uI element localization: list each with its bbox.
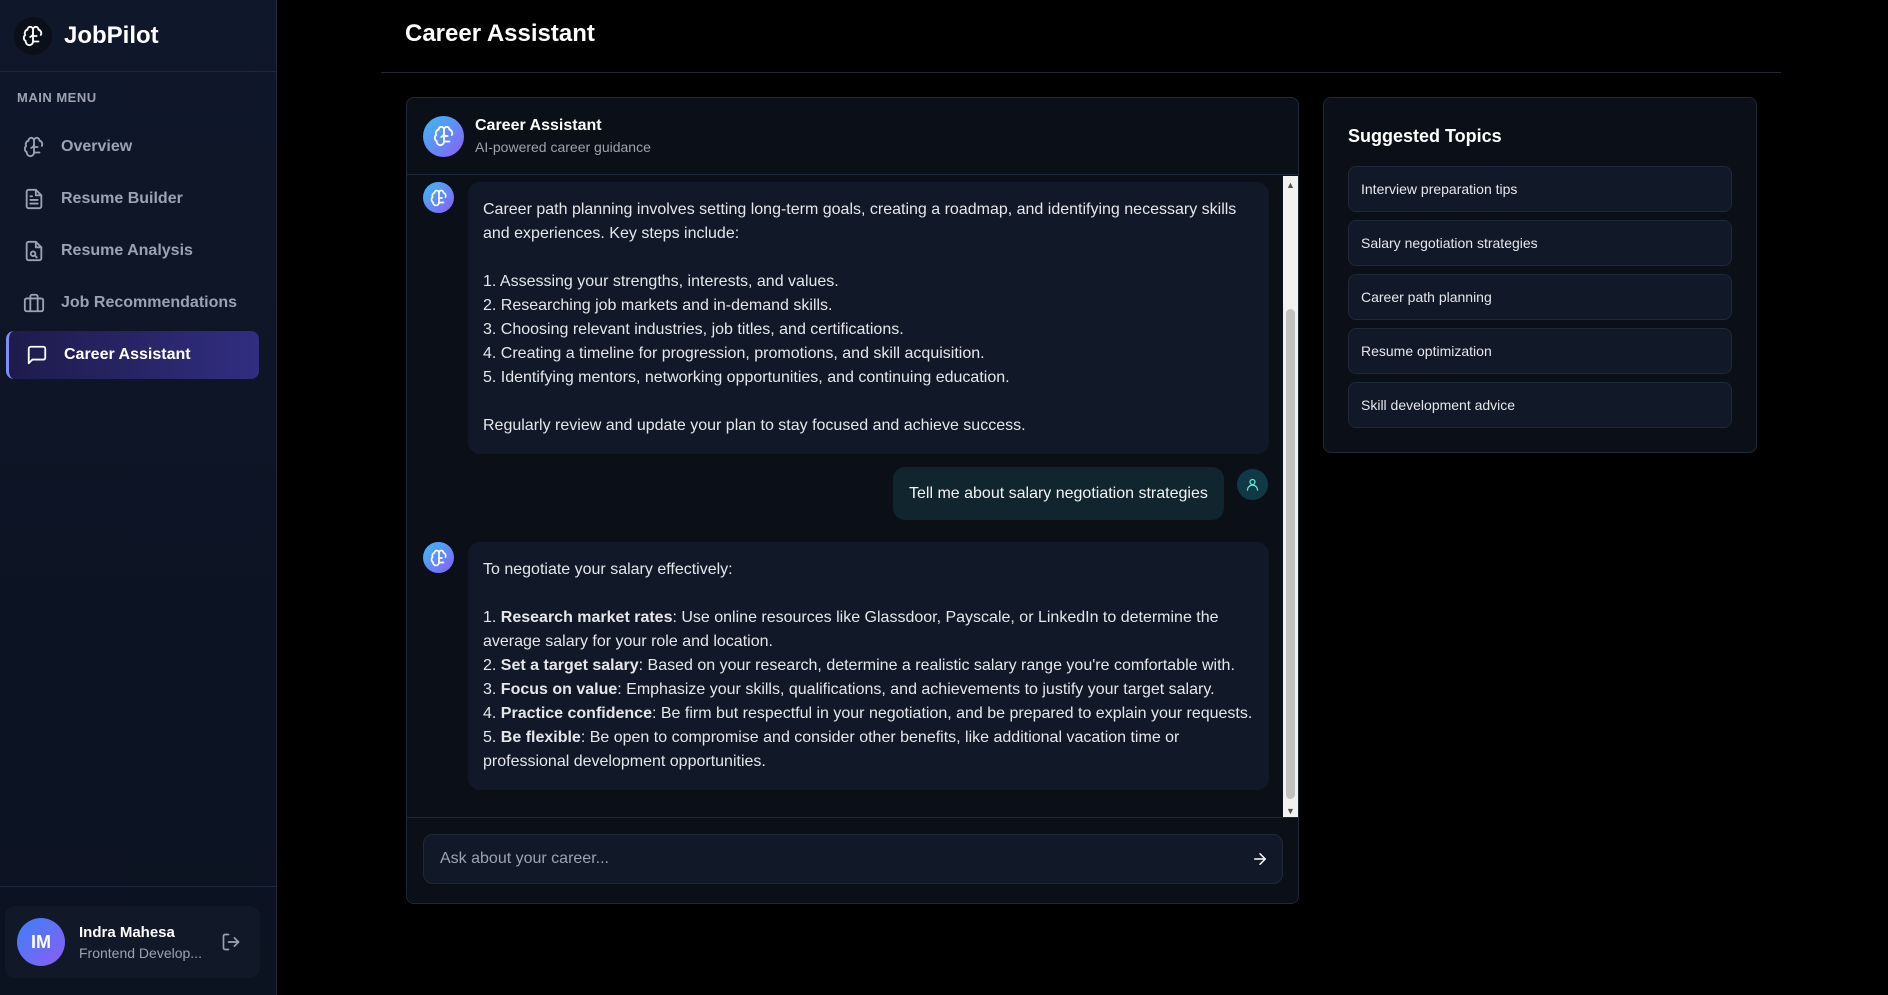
assistant-avatar-icon: [423, 182, 454, 213]
sidebar-item-label: Resume Analysis: [61, 242, 193, 259]
topic-salary-negotiation[interactable]: Salary negotiation strategies: [1348, 220, 1732, 266]
document-icon: [21, 186, 47, 212]
suggested-topics-panel: Suggested Topics Interview preparation t…: [1323, 97, 1757, 453]
message-step: 4. Practice confidence: Be firm but resp…: [483, 705, 1253, 722]
topics-title: Suggested Topics: [1348, 126, 1502, 146]
assistant-message: To negotiate your salary effectively: 1.…: [468, 542, 1269, 790]
brain-icon: [423, 115, 464, 157]
logout-icon[interactable]: [217, 928, 245, 956]
main-menu: Overview Resume Builder Resume Analysis …: [0, 123, 276, 379]
message-step: 3. Focus on value: Emphasize your skills…: [483, 681, 1215, 698]
user-name: Indra Mahesa: [79, 923, 175, 941]
assistant-avatar-icon: [423, 542, 454, 573]
scroll-thumb[interactable]: [1286, 309, 1295, 799]
sidebar-item-resume-analysis[interactable]: Resume Analysis: [6, 227, 259, 275]
message-step: 2. Set a target salary: Based on your re…: [483, 657, 1235, 674]
message-outro: Regularly review and update your plan to…: [483, 417, 1026, 434]
chat-icon: [24, 342, 50, 368]
sidebar-item-label: Job Recommendations: [61, 294, 238, 311]
topic-skill-development[interactable]: Skill development advice: [1348, 382, 1732, 428]
chat-title: Career Assistant: [475, 117, 602, 134]
sidebar-item-resume-builder[interactable]: Resume Builder: [6, 175, 259, 223]
message-step: 1. Assessing your strengths, interests, …: [483, 273, 839, 290]
divider: [0, 886, 276, 887]
send-button[interactable]: [1238, 837, 1282, 881]
sidebar-item-career-assistant[interactable]: Career Assistant: [6, 331, 259, 379]
user-avatar-icon: [1237, 469, 1268, 500]
chat-header: Career Assistant AI-powered career guida…: [407, 98, 1298, 175]
message-step: 3. Choosing relevant industries, job tit…: [483, 321, 904, 338]
message-intro: Career path planning involves setting lo…: [483, 201, 1237, 242]
file-search-icon: [21, 238, 47, 264]
sidebar-item-job-recommendations[interactable]: Job Recommendations: [6, 279, 259, 327]
message-step: 1. Research market rates: Use online res…: [483, 609, 1219, 650]
divider: [381, 72, 1781, 73]
page-title: Career Assistant: [405, 20, 595, 47]
message-intro: To negotiate your salary effectively:: [483, 561, 733, 578]
menu-title: MAIN MENU: [17, 90, 97, 105]
composer: [407, 817, 1298, 903]
assistant-message: Career path planning involves setting lo…: [468, 182, 1269, 454]
topic-interview-preparation[interactable]: Interview preparation tips: [1348, 166, 1732, 212]
user-card: IM Indra Mahesa Frontend Develop...: [5, 906, 260, 978]
sidebar-item-label: Career Assistant: [64, 346, 191, 363]
scroll-up-arrow-icon[interactable]: ▲: [1283, 176, 1298, 193]
arrow-right-icon: [1254, 853, 1266, 865]
avatar[interactable]: IM: [17, 918, 65, 966]
user-message: Tell me about salary negotiation strateg…: [893, 467, 1224, 520]
message-step: 2. Researching job markets and in-demand…: [483, 297, 833, 314]
briefcase-icon: [21, 290, 47, 316]
brand[interactable]: JobPilot: [0, 0, 276, 72]
sidebar-item-overview[interactable]: Overview: [6, 123, 259, 171]
message-step: 4. Creating a timeline for progression, …: [483, 345, 985, 362]
user-role: Frontend Develop...: [79, 944, 202, 961]
sidebar: JobPilot MAIN MENU Overview Resume Build…: [0, 0, 277, 995]
topic-career-path-planning[interactable]: Career path planning: [1348, 274, 1732, 320]
brain-icon: [14, 16, 52, 55]
chat-scrollbar[interactable]: ▲ ▼: [1283, 176, 1298, 819]
message-step: 5. Identifying mentors, networking oppor…: [483, 369, 1010, 386]
brain-icon: [21, 134, 47, 160]
topic-resume-optimization[interactable]: Resume optimization: [1348, 328, 1732, 374]
message-list[interactable]: Career path planning involves setting lo…: [407, 176, 1298, 819]
app-name: JobPilot: [64, 21, 159, 49]
sidebar-item-label: Overview: [61, 138, 133, 155]
chat-subtitle: AI-powered career guidance: [475, 139, 651, 155]
message-input[interactable]: [440, 850, 1238, 868]
sidebar-item-label: Resume Builder: [61, 190, 183, 207]
message-step: 5. Be flexible: Be open to compromise an…: [483, 729, 1180, 770]
chat-panel: Career Assistant AI-powered career guida…: [406, 97, 1299, 904]
message-input-box: [423, 834, 1283, 884]
